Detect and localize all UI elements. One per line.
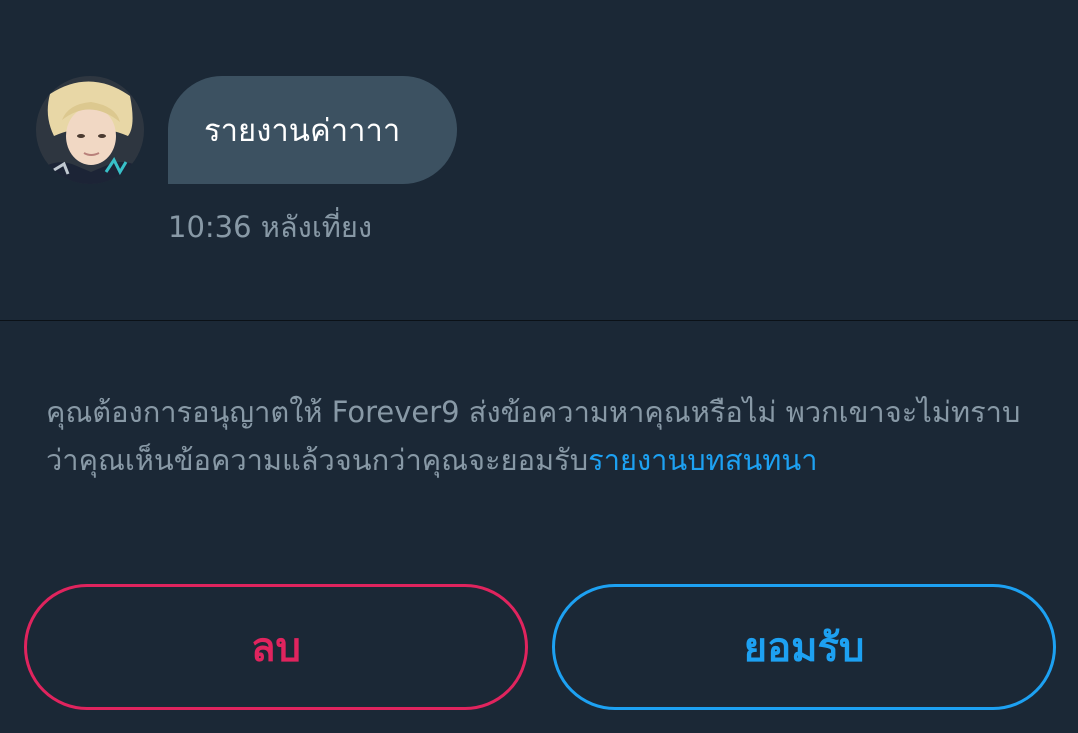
delete-button[interactable]: ลบ bbox=[24, 584, 528, 710]
avatar-photo bbox=[36, 76, 144, 184]
divider bbox=[0, 320, 1078, 321]
message-request-notice: คุณต้องการอนุญาตให้ Forever9 ส่งข้อความห… bbox=[46, 388, 1036, 484]
accept-button-label: ยอมรับ bbox=[743, 625, 865, 671]
message-bubble[interactable]: รายงานค่าาาา bbox=[168, 76, 457, 184]
message-timestamp: 10:36 หลังเที่ยง bbox=[168, 210, 373, 244]
accept-button[interactable]: ยอมรับ bbox=[552, 584, 1056, 710]
report-conversation-link[interactable]: รายงานบทสนทนา bbox=[588, 443, 817, 477]
sender-avatar[interactable] bbox=[36, 76, 144, 184]
delete-button-label: ลบ bbox=[251, 625, 301, 671]
notice-text: คุณต้องการอนุญาตให้ Forever9 ส่งข้อความห… bbox=[46, 395, 1021, 477]
message-text: รายงานค่าาาา bbox=[204, 113, 401, 149]
